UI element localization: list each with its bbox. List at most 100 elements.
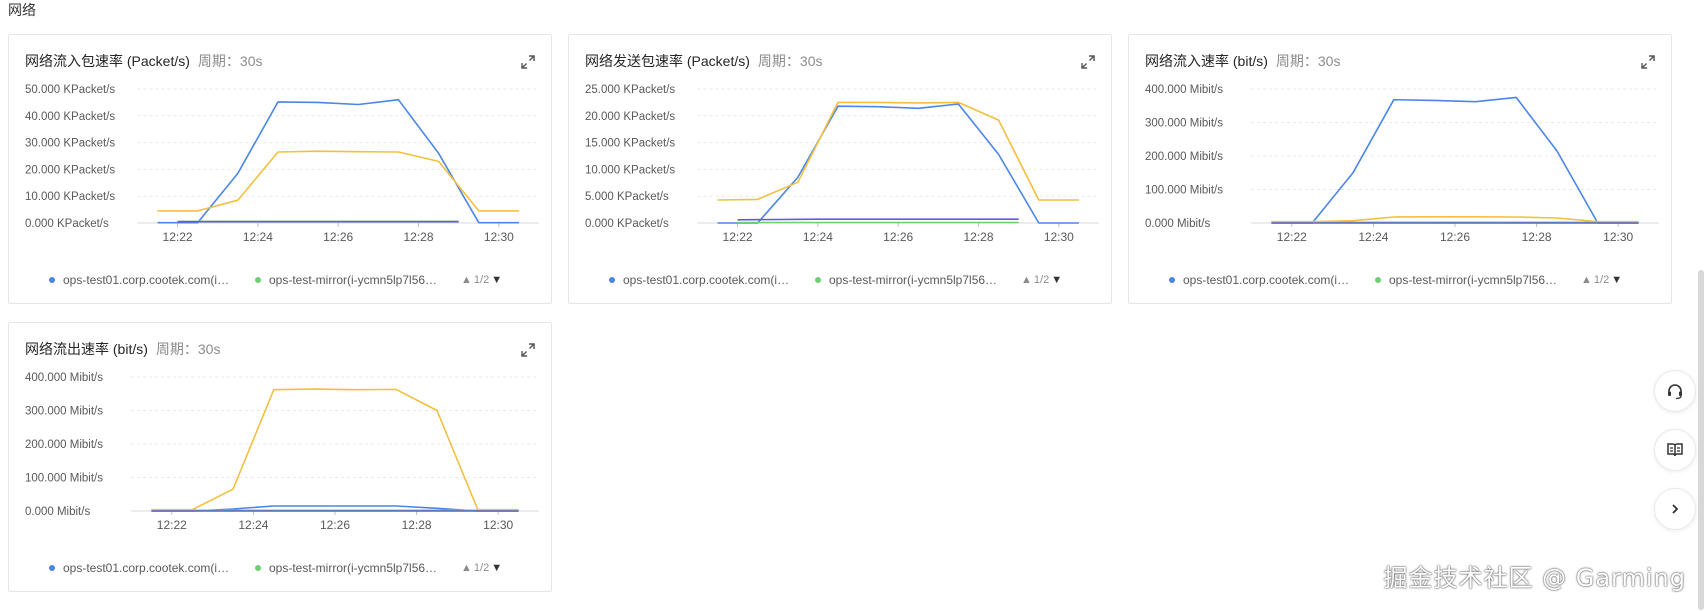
legend-pager: ▲ 1/2 ▼ [461, 274, 502, 286]
series-line-3[interactable] [157, 150, 519, 212]
x-tick-label: 12:28 [1522, 230, 1552, 244]
legend-page-indicator: 1/2 [1593, 274, 1610, 286]
y-tick-label: 100.000 Mibit/s [25, 473, 103, 485]
legend-pager: ▲ 1/2 ▼ [461, 562, 502, 574]
x-tick-label: 12:26 [1440, 230, 1470, 244]
y-tick-label: 10.000 KPacket/s [585, 164, 675, 176]
x-tick-label: 12:22 [163, 230, 193, 244]
y-tick-label: 200.000 Mibit/s [25, 439, 103, 451]
y-tick-label: 300.000 Mibit/s [25, 406, 103, 418]
legend-item-series-1[interactable]: ops-test01.corp.cootek.com(i-y... [609, 273, 793, 287]
y-tick-label: 30.000 KPacket/s [25, 138, 115, 150]
chart-card-inbound-bits: 网络流入速率 (bit/s) 周期：30s 0.000 Mibit/s 100.0… [1128, 34, 1672, 304]
series-line-1[interactable] [1271, 96, 1639, 224]
x-tick-label: 12:26 [323, 230, 353, 244]
y-tick-label: 20.000 KPacket/s [585, 111, 675, 123]
chart-card-outbound-bits: 网络流出速率 (bit/s) 周期：30s 0.000 Mibit/s 100.0… [8, 322, 552, 592]
y-tick-label: 40.000 KPacket/s [25, 111, 115, 123]
legend-next-icon[interactable]: ▼ [1051, 274, 1062, 286]
legend-label: ops-test01.corp.cootek.com(i-y... [63, 561, 233, 575]
x-tick-label: 12:26 [883, 230, 913, 244]
x-tick-label: 12:28 [404, 230, 434, 244]
docs-button[interactable] [1654, 429, 1696, 471]
headset-icon [1668, 384, 1682, 400]
watermark: 掘金技术社区 @ Garming [1383, 564, 1686, 592]
x-tick-label: 12:30 [1044, 230, 1074, 244]
legend-dot [1375, 277, 1381, 283]
y-tick-label: 0.000 KPacket/s [25, 218, 109, 230]
legend-pager: ▲ 1/2 ▼ [1581, 274, 1622, 286]
legend-prev-icon[interactable]: ▲ [1581, 274, 1592, 286]
series-line-3[interactable] [1271, 216, 1639, 223]
series-line-1[interactable] [157, 98, 519, 224]
series-line-1[interactable] [717, 103, 1079, 224]
y-tick-label: 0.000 Mibit/s [25, 506, 90, 518]
legend-dot [49, 277, 55, 283]
y-tick-label: 200.000 Mibit/s [1145, 151, 1223, 163]
chevron-right-icon [1672, 504, 1679, 514]
series-line-3[interactable] [151, 388, 519, 511]
y-tick-label: 100.000 Mibit/s [1145, 185, 1223, 197]
x-tick-label: 12:28 [964, 230, 994, 244]
legend-prev-icon[interactable]: ▲ [1021, 274, 1032, 286]
y-tick-label: 15.000 KPacket/s [585, 138, 675, 150]
legend-next-icon[interactable]: ▼ [491, 562, 502, 574]
legend-item-series-2[interactable]: ops-test-mirror(i-ycmn5lp7l561jh... [255, 273, 439, 287]
legend-prev-icon[interactable]: ▲ [461, 562, 472, 574]
legend-label: ops-test01.corp.cootek.com(i-y... [1183, 273, 1353, 287]
legend-item-series-1[interactable]: ops-test01.corp.cootek.com(i-y... [1169, 273, 1353, 287]
legend-label: ops-test01.corp.cootek.com(i-y... [63, 273, 233, 287]
series-line-4[interactable] [737, 218, 1019, 221]
book-icon [1667, 443, 1683, 457]
legend-next-icon[interactable]: ▼ [1611, 274, 1622, 286]
legend-page-indicator: 1/2 [473, 274, 490, 286]
y-tick-label: 25.000 KPacket/s [585, 84, 675, 96]
legend-page-indicator: 1/2 [473, 562, 490, 574]
x-tick-label: 12:22 [157, 518, 187, 532]
legend-prev-icon[interactable]: ▲ [461, 274, 472, 286]
legend-item-series-1[interactable]: ops-test01.corp.cootek.com(i-y... [49, 561, 233, 575]
x-tick-label: 12:30 [1603, 230, 1633, 244]
chart-legend: ops-test01.corp.cootek.com(i-y... ops-te… [1169, 273, 1622, 287]
chart-legend: ops-test01.corp.cootek.com(i-y... ops-te… [609, 273, 1062, 287]
legend-label: ops-test-mirror(i-ycmn5lp7l561jh... [1389, 273, 1559, 287]
support-button[interactable] [1654, 370, 1696, 412]
chart-legend: ops-test01.corp.cootek.com(i-y... ops-te… [49, 561, 502, 575]
x-tick-label: 12:24 [803, 230, 833, 244]
y-tick-label: 20.000 KPacket/s [25, 164, 115, 176]
legend-dot [49, 565, 55, 571]
x-tick-label: 12:22 [1277, 230, 1307, 244]
legend-label: ops-test-mirror(i-ycmn5lp7l561jh... [829, 273, 999, 287]
legend-item-series-1[interactable]: ops-test01.corp.cootek.com(i-y... [49, 273, 233, 287]
legend-dot [1169, 277, 1175, 283]
chart-plot: 0.000 Mibit/s 100.000 Mibit/s 200.000 Mibi… [25, 372, 539, 532]
chart-card-inbound-packets: 网络流入包速率 (Packet/s) 周期：30s 0.000 KPacket/… [8, 34, 552, 304]
x-tick-label: 12:24 [243, 230, 273, 244]
y-tick-label: 10.000 KPacket/s [25, 191, 115, 203]
expand-panel-button[interactable] [1654, 488, 1696, 530]
legend-label: ops-test01.corp.cootek.com(i-y... [623, 273, 793, 287]
x-tick-label: 12:30 [483, 518, 513, 532]
x-tick-label: 12:30 [484, 230, 514, 244]
legend-item-series-2[interactable]: ops-test-mirror(i-ycmn5lp7l561jh... [255, 561, 439, 575]
y-tick-label: 400.000 Mibit/s [1145, 84, 1223, 96]
x-tick-label: 12:22 [723, 230, 753, 244]
x-tick-label: 12:26 [320, 518, 350, 532]
y-tick-label: 50.000 KPacket/s [25, 84, 115, 96]
legend-page-indicator: 1/2 [1033, 274, 1050, 286]
legend-label: ops-test-mirror(i-ycmn5lp7l561jh... [269, 561, 439, 575]
y-tick-label: 5.000 KPacket/s [585, 191, 669, 203]
x-tick-label: 12:28 [402, 518, 432, 532]
chart-plot: 0.000 KPacket/s 5.000 KPacket/s 10.000 KPa… [585, 84, 1099, 244]
legend-item-series-2[interactable]: ops-test-mirror(i-ycmn5lp7l561jh... [1375, 273, 1559, 287]
legend-dot [815, 277, 821, 283]
y-tick-label: 400.000 Mibit/s [25, 372, 103, 384]
legend-next-icon[interactable]: ▼ [491, 274, 502, 286]
chart-legend: ops-test01.corp.cootek.com(i-y... ops-te… [49, 273, 502, 287]
legend-label: ops-test-mirror(i-ycmn5lp7l561jh... [269, 273, 439, 287]
legend-pager: ▲ 1/2 ▼ [1021, 274, 1062, 286]
page-scrollbar[interactable] [1698, 270, 1704, 610]
legend-item-series-2[interactable]: ops-test-mirror(i-ycmn5lp7l561jh... [815, 273, 999, 287]
legend-dot [255, 277, 261, 283]
series-line-3[interactable] [717, 101, 1079, 201]
